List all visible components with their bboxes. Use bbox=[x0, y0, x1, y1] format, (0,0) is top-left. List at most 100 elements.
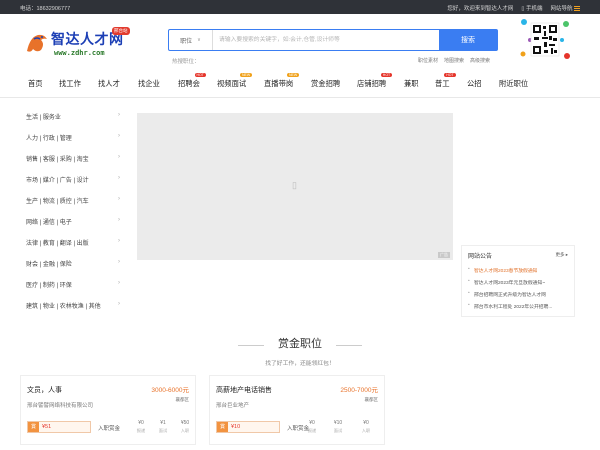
category-item[interactable]: 市场 | 媒介 | 广告 | 设计 › bbox=[26, 175, 122, 184]
category-label: 市场 | 媒介 | 广告 | 设计 bbox=[26, 178, 89, 184]
nav-bounty-hiring[interactable]: 赏金招聘 bbox=[311, 79, 340, 89]
nav-general-worker[interactable]: 普工 HOT bbox=[435, 73, 456, 89]
job-area: 襄都区 bbox=[364, 397, 379, 402]
nav-public-recruit-label: 公招 bbox=[467, 79, 482, 88]
red-envelope-icon: 賞 bbox=[217, 422, 228, 432]
search-input[interactable] bbox=[213, 30, 439, 50]
category-item[interactable]: 医疗 | 制药 | 环保 › bbox=[26, 280, 122, 289]
quick-link-materials[interactable]: 职位素材 bbox=[418, 57, 438, 64]
quick-link-advanced-search[interactable]: 高级搜索 bbox=[470, 57, 490, 64]
nav-live-hiring[interactable]: 直播带岗 NEW bbox=[264, 73, 300, 89]
bonus-stat: ¥0 报递 bbox=[302, 420, 322, 434]
bonus-amount: ¥10 bbox=[231, 424, 241, 430]
hot-tag: HOT bbox=[194, 73, 206, 77]
image-placeholder-icon: ▯ bbox=[292, 180, 297, 190]
hot-tag: HOT bbox=[444, 73, 456, 77]
nav-find-talent-label: 找人才 bbox=[98, 79, 120, 88]
quick-link-map-search[interactable]: 地图搜索 bbox=[444, 57, 464, 64]
new-tag: NEW bbox=[287, 73, 300, 77]
stat-label: 入职 bbox=[180, 428, 190, 433]
category-item[interactable]: 法律 | 教育 | 翻译 | 出版 › bbox=[26, 238, 122, 247]
nav-video-interview[interactable]: 视频面试 NEW bbox=[217, 73, 253, 89]
nav-find-company[interactable]: 找企业 bbox=[138, 79, 160, 89]
mobile-link[interactable]: ▯ 手机端 bbox=[521, 4, 542, 12]
nav-find-talent[interactable]: 找人才 bbox=[98, 79, 120, 89]
top-bar-links: 您好，欢迎来到智达人才网 ▯ 手机端 网站导航 bbox=[447, 4, 580, 12]
site-logo[interactable]: 智达人才网 www.zdhr.com 邢台站 bbox=[24, 27, 134, 63]
main-nav: 首页 找工作 找人才 找企业 招聘会 HOT 视频面试 NEW 直播带岗 NEW 赏金… bbox=[0, 70, 600, 98]
ad-label: 广告 bbox=[438, 252, 450, 258]
stat-label: 入职 bbox=[361, 428, 371, 433]
category-label: 销售 | 客服 | 采购 | 淘宝 bbox=[26, 157, 89, 163]
chevron-right-icon: › bbox=[118, 280, 120, 286]
notice-item[interactable]: 邢台招聘网正式升级为智达人才网 bbox=[468, 291, 572, 303]
nav-bounty-hiring-label: 赏金招聘 bbox=[311, 79, 341, 88]
red-envelope-icon: 賞 bbox=[28, 422, 39, 432]
nav-video-interview-label: 视频面试 bbox=[217, 79, 247, 88]
nav-find-job-label: 找工作 bbox=[59, 79, 81, 88]
category-label: 医疗 | 制药 | 环保 bbox=[26, 283, 72, 289]
chevron-right-icon: › bbox=[118, 217, 120, 223]
category-item[interactable]: 建筑 | 物业 | 农林牧渔 | 其他 › bbox=[26, 301, 122, 310]
logo-domain: www.zdhr.com bbox=[54, 49, 105, 57]
nav-home[interactable]: 首页 bbox=[28, 79, 43, 89]
category-item[interactable]: 网络 | 通信 | 电子 › bbox=[26, 217, 122, 226]
category-label: 网络 | 通信 | 电子 bbox=[26, 220, 72, 226]
chevron-right-icon: › bbox=[118, 238, 120, 244]
nav-part-time-label: 兼职 bbox=[404, 79, 419, 88]
nav-nearby-jobs[interactable]: 附近职位 bbox=[499, 79, 528, 89]
nav-job-fair[interactable]: 招聘会 HOT bbox=[178, 73, 206, 89]
category-item[interactable]: 人力 | 行政 | 管理 › bbox=[26, 133, 122, 142]
stat-label: 报递 bbox=[307, 428, 317, 433]
stat-label: 报递 bbox=[136, 428, 146, 433]
qr-code-image bbox=[520, 19, 570, 59]
search-type-select[interactable]: 职位 ∨ bbox=[169, 30, 213, 50]
nav-job-fair-label: 招聘会 bbox=[178, 79, 200, 88]
nav-part-time[interactable]: 兼职 bbox=[404, 79, 419, 89]
nav-live-hiring-label: 直播带岗 bbox=[264, 79, 294, 88]
notice-item[interactable]: 智达人才网2023春节放假通知 bbox=[468, 267, 572, 279]
nav-shop-hiring[interactable]: 店铺招聘 HOT bbox=[357, 73, 393, 89]
phone-icon: ▯ bbox=[521, 6, 525, 12]
bonus-stat: ¥0 报递 bbox=[131, 420, 151, 434]
stat-value: ¥0 bbox=[138, 420, 144, 426]
category-item[interactable]: 销售 | 客服 | 采购 | 淘宝 › bbox=[26, 154, 122, 163]
notice-more-link[interactable]: 更多 ▸ bbox=[555, 252, 568, 258]
notice-item[interactable]: 邢台市水利工程处 2022年公开招聘... bbox=[468, 303, 572, 315]
chevron-right-icon: › bbox=[118, 154, 120, 160]
hot-search-label: 热搜职位： bbox=[172, 59, 200, 65]
job-salary: 2500-7000元 bbox=[340, 387, 378, 394]
nav-home-label: 首页 bbox=[28, 79, 43, 88]
notice-item[interactable]: 智达人才网2023年元旦放假通知~ bbox=[468, 279, 572, 291]
stat-value: ¥0 bbox=[309, 420, 315, 426]
category-item[interactable]: 生产 | 物流 | 质控 | 汽车 › bbox=[26, 196, 122, 205]
notice-more-label: 更多 bbox=[555, 252, 565, 257]
job-area: 襄都区 bbox=[175, 397, 190, 402]
stat-value: ¥50 bbox=[180, 420, 190, 426]
chevron-right-icon: › bbox=[118, 259, 120, 265]
site-nav-link[interactable]: 网站导航 bbox=[550, 4, 580, 12]
company-name: 邢台巨业地产 bbox=[216, 403, 250, 409]
stat-label: 面试 bbox=[333, 428, 343, 433]
bonus-box: 賞 ¥51 入职赏金 bbox=[27, 421, 120, 433]
category-item[interactable]: 财会 | 金融 | 保险 › bbox=[26, 259, 122, 268]
banner-ad[interactable]: ▯ 广告 bbox=[137, 113, 453, 260]
stat-value: ¥10 bbox=[333, 420, 343, 426]
menu-icon bbox=[574, 6, 580, 12]
stat-value: ¥0 bbox=[363, 420, 369, 426]
nav-find-job[interactable]: 找工作 bbox=[59, 79, 81, 89]
nav-nearby-jobs-label: 附近职位 bbox=[499, 79, 529, 88]
search-button[interactable]: 搜索 bbox=[439, 30, 497, 50]
bonus-stat: ¥10 面试 bbox=[328, 420, 348, 434]
notice-panel: 网站公告 更多 ▸ 智达人才网2023春节放假通知 智达人才网2023年元旦放假… bbox=[461, 245, 575, 317]
category-label: 人力 | 行政 | 管理 bbox=[26, 136, 72, 142]
job-card[interactable]: 高薪地产电话销售 2500-7000元 邢台巨业地产 襄都区 賞 ¥10 入职赏… bbox=[209, 375, 385, 445]
category-label: 生活 | 服务业 bbox=[26, 115, 61, 121]
job-card[interactable]: 文员，人事 3000-6000元 邢台譬譬网络科技有限公司 襄都区 賞 ¥51 … bbox=[20, 375, 196, 445]
search-bar: 职位 ∨ 搜索 bbox=[168, 29, 498, 51]
category-item[interactable]: 生活 | 服务业 › bbox=[26, 112, 122, 121]
notice-title: 网站公告 bbox=[468, 254, 493, 260]
search-type-label: 职位 bbox=[180, 38, 193, 45]
nav-public-recruit[interactable]: 公招 bbox=[467, 79, 482, 89]
bonus-stat: ¥50 入职 bbox=[175, 420, 195, 434]
